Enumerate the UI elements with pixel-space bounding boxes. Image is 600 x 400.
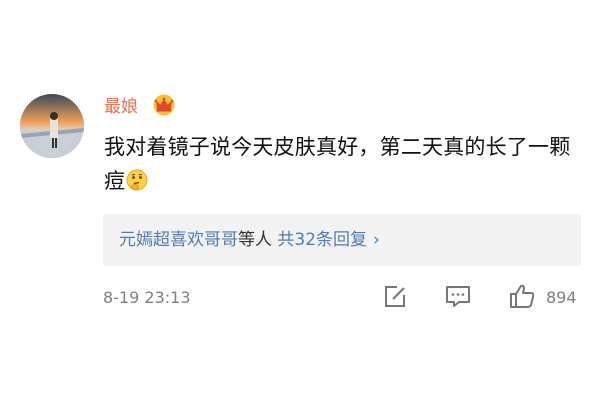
avatar-image <box>20 94 84 158</box>
reply-others-label: 等人 <box>238 230 272 250</box>
chevron-right-icon: › <box>373 230 380 250</box>
share-edit-icon[interactable] <box>381 283 409 309</box>
avatar[interactable] <box>20 94 84 158</box>
comment-body: 我对着镜子说今天皮肤真好，第二天真的长了一颗痘 <box>104 135 571 193</box>
comment-text: 我对着镜子说今天皮肤真好，第二天真的长了一颗痘 <box>104 130 590 198</box>
username[interactable]: 最娘 <box>104 95 138 119</box>
reply-count-link[interactable]: 共32条回复 <box>277 230 367 250</box>
timestamp: 8-19 23:13 <box>103 288 191 307</box>
crown-icon <box>153 94 175 116</box>
reply-users-link[interactable]: 元嫣超喜欢哥哥 <box>119 230 238 250</box>
replies-summary[interactable]: 元嫣超喜欢哥哥等人 共32条回复 › <box>119 214 380 266</box>
like-thumb-icon[interactable] <box>508 283 536 309</box>
replies-panel[interactable]: 元嫣超喜欢哥哥等人 共32条回复 › <box>103 214 581 266</box>
comment-icon[interactable] <box>444 283 472 309</box>
like-count: 894 <box>546 288 577 307</box>
thinking-face-emoji-icon <box>126 169 148 191</box>
